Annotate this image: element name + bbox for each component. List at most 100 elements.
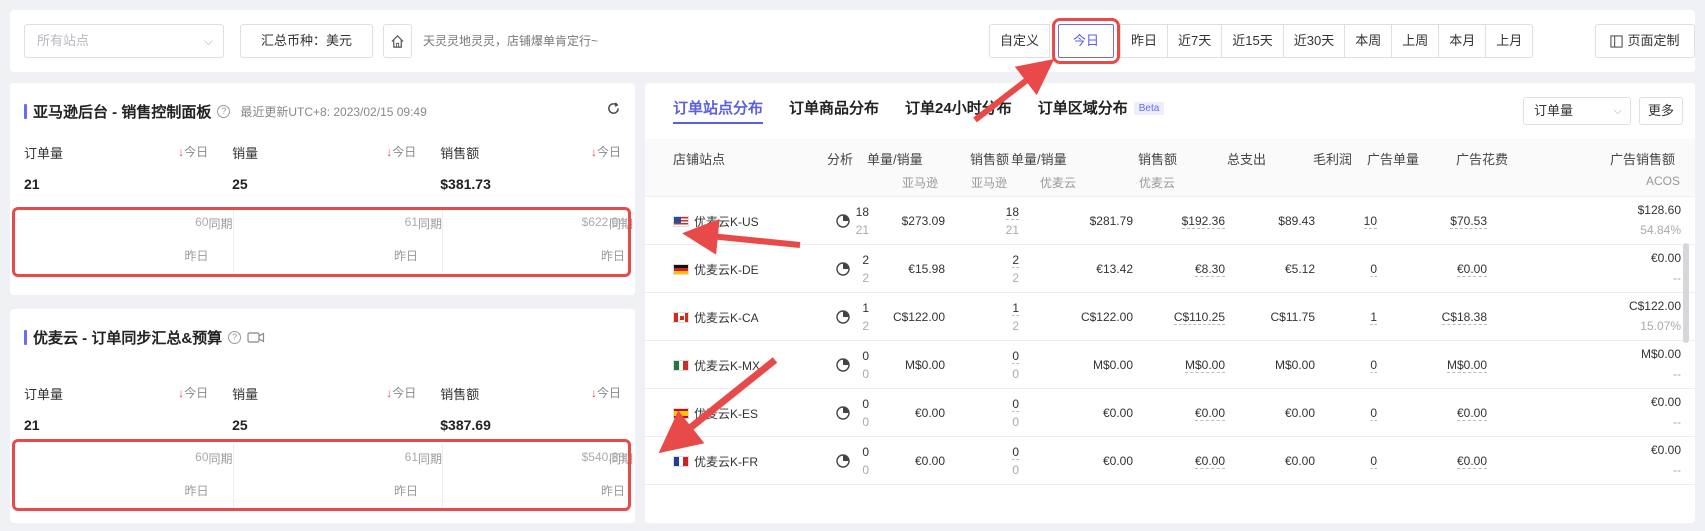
tab-product-distribution[interactable]: 订单商品分布 (789, 97, 879, 124)
video-icon[interactable] (247, 331, 265, 344)
scrollbar[interactable] (1683, 243, 1689, 343)
metrics-row: 订单量 ↓今日 21 销量 ↓今日 25 销售额 ↓今日 $381.73 (24, 143, 629, 192)
help-icon[interactable]: ? (228, 331, 242, 344)
sales-units-youmai: 0 (1012, 463, 1019, 477)
ad-spend[interactable]: €0.00 (1456, 406, 1487, 421)
col-sales-amazon: 销售额 (970, 152, 1010, 167)
flag-es-icon (673, 408, 689, 419)
units-youmai[interactable]: 2 (1012, 253, 1019, 268)
ad-units[interactable]: 0 (1370, 358, 1377, 373)
sales-youmai: €13.42 (1096, 262, 1133, 276)
ad-sales: C$122.00 (1628, 299, 1681, 313)
range-30days[interactable]: 近30天 (1282, 24, 1346, 58)
range-yesterday[interactable]: 昨日 (1120, 24, 1169, 58)
total-cost[interactable]: €0.00 (1194, 454, 1225, 469)
metric-select[interactable]: 订单量 ⌵ (1523, 97, 1631, 125)
sales-youmai: $281.79 (1089, 214, 1133, 228)
ad-units[interactable]: 0 (1370, 262, 1377, 277)
col-units-youmai: 单量/销量 (1011, 152, 1067, 167)
range-last-month[interactable]: 上月 (1485, 24, 1534, 58)
pie-chart-icon[interactable] (835, 213, 851, 229)
range-15days[interactable]: 近15天 (1221, 24, 1284, 58)
currency-button[interactable]: 汇总币种：美元 (240, 24, 373, 58)
ad-spend[interactable]: €0.00 (1456, 454, 1487, 469)
flag-ca-icon (673, 312, 689, 323)
sales-youmai: M$0.00 (1092, 358, 1133, 372)
metric-select-value: 订单量 (1534, 103, 1574, 118)
pie-chart-icon[interactable] (835, 453, 851, 469)
units-youmai[interactable]: 0 (1012, 349, 1019, 364)
order-distribution-panel: 订单站点分布 订单商品分布 订单24小时分布 订单区域分布 Beta 订单量 ⌵ … (645, 83, 1695, 523)
range-today[interactable]: 今日 (1052, 18, 1121, 64)
chevron-down-icon: ⌵ (1613, 105, 1622, 117)
ad-spend[interactable]: C$18.38 (1441, 310, 1487, 325)
col-analysis: 分析 (827, 152, 854, 167)
tab-site-distribution[interactable]: 订单站点分布 (673, 97, 764, 124)
sub-amazon: 亚马逊 (971, 176, 1008, 190)
total-cost[interactable]: €0.00 (1194, 406, 1225, 421)
col-total-cost: 总支出 (1227, 152, 1267, 167)
gross-profit: M$0.00 (1274, 358, 1315, 372)
site-select[interactable]: 所有站点 ⌵ (24, 24, 224, 58)
sales-amazon: €0.00 (914, 406, 945, 420)
range-7days[interactable]: 近7天 (1167, 24, 1223, 58)
help-icon[interactable]: ? (217, 105, 231, 118)
custom-page-button[interactable]: 页面定制 (1595, 24, 1695, 58)
units-amazon: 0 (862, 445, 869, 459)
chevron-down-icon: ⌵ (203, 34, 213, 48)
refresh-icon[interactable] (606, 101, 621, 116)
site-select-placeholder: 所有站点 (37, 33, 90, 48)
range-this-month[interactable]: 本月 (1438, 24, 1487, 58)
total-cost[interactable]: C$110.25 (1173, 310, 1225, 325)
metric-trend: ↓今日 (386, 384, 416, 401)
flag-us-icon (673, 216, 689, 227)
metric-units: 销量 ↓今日 25 (232, 143, 440, 192)
total-cost[interactable]: $192.36 (1181, 214, 1225, 229)
pie-chart-icon[interactable] (835, 309, 851, 325)
trend-period: 今日 (392, 145, 417, 159)
amazon-sales-panel: 亚马逊后台 - 销售控制面板 ? 最近更新UTC+8: 2023/02/15 0… (10, 83, 635, 295)
sales-units-amazon: 2 (862, 319, 869, 333)
home-button[interactable] (383, 24, 412, 58)
sales-units-amazon: 2 (862, 271, 869, 285)
col-site: 店铺站点 (673, 152, 726, 167)
pie-chart-icon[interactable] (835, 357, 851, 373)
range-custom[interactable]: 自定义 (989, 24, 1051, 58)
pie-chart-icon[interactable] (835, 405, 851, 421)
distribution-tabs: 订单站点分布 订单商品分布 订单24小时分布 订单区域分布 Beta (673, 97, 1165, 124)
metric-value: 21 (24, 417, 40, 433)
sales-amazon: M$0.00 (904, 358, 945, 372)
metric-trend: ↓今日 (178, 384, 208, 401)
units-youmai[interactable]: 0 (1012, 445, 1019, 460)
title-accent-bar (24, 104, 27, 119)
panel-title: 优麦云 - 订单同步汇总&预算 (33, 330, 223, 347)
ad-sales: M$0.00 (1640, 347, 1681, 361)
slogan-text: 天灵灵地灵灵，店铺爆单肯定行~ (423, 34, 599, 48)
metric-trend: ↓今日 (591, 384, 621, 401)
ad-units[interactable]: 10 (1363, 214, 1377, 229)
ad-spend[interactable]: $70.53 (1450, 214, 1487, 229)
units-youmai[interactable]: 18 (1005, 205, 1019, 220)
sales-amazon: C$122.00 (892, 310, 945, 324)
sales-youmai: €0.00 (1102, 406, 1133, 420)
ad-units[interactable]: 0 (1370, 406, 1377, 421)
ad-spend[interactable]: €0.00 (1456, 262, 1487, 277)
trend-period: 今日 (184, 145, 209, 159)
pie-chart-icon[interactable] (835, 261, 851, 277)
site-cell: 优麦云K-ES (673, 405, 758, 422)
ad-units[interactable]: 0 (1370, 454, 1377, 469)
tab-24h-distribution[interactable]: 订单24小时分布 (905, 97, 1012, 124)
tab-region-distribution[interactable]: 订单区域分布 Beta (1038, 97, 1165, 124)
ad-spend[interactable]: M$0.00 (1446, 358, 1487, 373)
units-youmai[interactable]: 1 (1012, 301, 1019, 316)
range-this-week[interactable]: 本周 (1344, 24, 1393, 58)
panel-header: 亚马逊后台 - 销售控制面板 ? 最近更新UTC+8: 2023/02/15 0… (24, 101, 427, 122)
site-name: 优麦云K-FR (694, 455, 758, 469)
sales-units-youmai: 0 (1012, 415, 1019, 429)
range-last-week[interactable]: 上周 (1391, 24, 1440, 58)
ad-units[interactable]: 1 (1370, 310, 1377, 325)
total-cost[interactable]: €8.30 (1194, 262, 1225, 277)
more-button[interactable]: 更多 (1639, 97, 1683, 125)
total-cost[interactable]: M$0.00 (1184, 358, 1225, 373)
units-youmai[interactable]: 0 (1012, 397, 1019, 412)
